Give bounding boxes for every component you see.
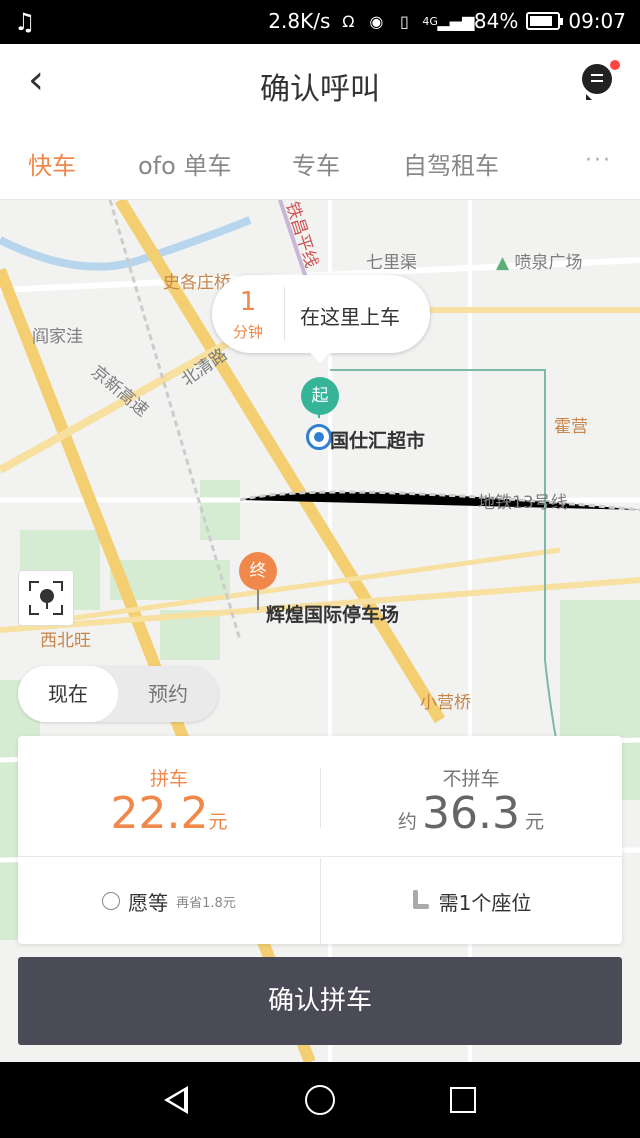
pool-price[interactable]: 22.2元 [18, 788, 320, 839]
seat-label: 需1个座位 [438, 890, 532, 915]
confirm-carpool-button[interactable]: 确认拼车 [18, 957, 622, 1045]
end-pin-stem [257, 590, 259, 610]
headset-icon: Ω [342, 11, 355, 31]
pickup-here-text: 在这里上车 [300, 305, 400, 329]
square-recent-icon[interactable] [450, 1087, 476, 1113]
eta-divider [284, 287, 285, 341]
map-label-xibeiwang: 西北旺 [40, 631, 91, 651]
radio-icon[interactable] [102, 892, 121, 910]
map-label-xiaoyingqiao: 小营桥 [420, 693, 471, 713]
pool-option-title[interactable]: 拼车 [18, 764, 320, 791]
battery-icon [526, 12, 564, 30]
end-location-name: 辉煌国际停车场 [266, 604, 400, 626]
triangle-back-icon[interactable] [164, 1086, 188, 1114]
system-nav-bar [0, 1062, 640, 1138]
tab-zijia-zuche[interactable]: 自驾租车 [403, 146, 499, 181]
tab-zhuanche[interactable]: 专车 [292, 146, 340, 181]
notification-dot [610, 60, 620, 70]
more-icon[interactable]: ··· [585, 148, 612, 173]
map-label-metro13: 地铁13号线 [478, 493, 568, 513]
battery-percent: 84% [473, 9, 519, 33]
map-label-qiliqu: 七里渠 [366, 253, 417, 273]
location-icon: ◉ [369, 11, 384, 31]
message-bubble-icon[interactable] [582, 64, 612, 100]
locate-target-icon[interactable] [18, 570, 74, 626]
wait-saving: 再省1.8元 [176, 895, 236, 911]
tab-ofo[interactable]: ofo 单车 [138, 146, 231, 181]
signal-icon: ▂▄▆ [437, 11, 475, 31]
wait-label: 愿等 [128, 890, 169, 915]
price-card: 拼车 22.2元 不拼车 约 36.3 元 愿等 再省1.8元 需1个座位 [18, 736, 622, 944]
time-toggle: 现在 预约 [18, 666, 218, 722]
music-note-icon: ♫ [14, 8, 36, 36]
status-bar: ♫ 2.8K/s Ω ◉ ▯ 4G ▂▄▆ 84% 09:07 [0, 0, 640, 44]
end-pin[interactable]: 终 [239, 552, 277, 590]
service-tabs: 快车 ofo 单车 专车 自驾租车 ··· [0, 120, 640, 200]
header: ‹ 确认呼叫 [0, 44, 640, 120]
tab-kuaiche[interactable]: 快车 [28, 146, 76, 181]
vibrate-icon: ▯ [399, 11, 409, 31]
seat-icon [411, 890, 429, 912]
wait-option[interactable]: 愿等 再省1.8元 [18, 858, 320, 944]
start-location-name: 国仕汇超市 [330, 430, 426, 452]
seat-selector[interactable]: 需1个座位 [320, 858, 622, 944]
start-pin[interactable]: 起 [301, 377, 339, 415]
toggle-now[interactable]: 现在 [18, 666, 118, 722]
toggle-reserve[interactable]: 预约 [118, 666, 218, 722]
current-location-icon [306, 424, 332, 450]
clock: 09:07 [568, 9, 626, 33]
park-icon: ▲ [496, 253, 515, 273]
divider [18, 856, 622, 857]
network-type: 4G [422, 14, 438, 28]
page-title: 确认呼叫 [260, 72, 380, 107]
pickup-eta-bubble[interactable]: 1 分钟 在这里上车 [212, 275, 430, 363]
network-speed: 2.8K/s [268, 9, 331, 33]
map-label-yanjiawa: 阎家洼 [32, 327, 83, 347]
map-label-penquan: ▲ 喷泉广场 [496, 253, 583, 273]
map-label-huoying: 霍营 [554, 417, 588, 437]
circle-home-icon[interactable] [305, 1085, 335, 1115]
no-pool-price[interactable]: 约 36.3 元 [320, 788, 622, 839]
eta-unit: 分钟 [232, 323, 263, 341]
no-pool-option-title[interactable]: 不拼车 [320, 764, 622, 791]
eta-value: 1 [239, 287, 257, 317]
